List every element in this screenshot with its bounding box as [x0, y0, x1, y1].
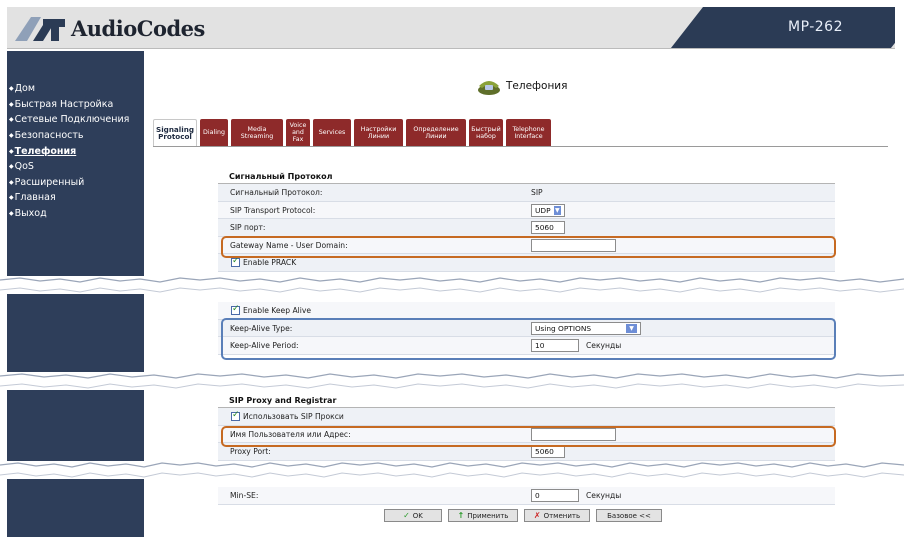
bullet-icon: ◆	[9, 85, 14, 93]
sip-port-label: SIP порт:	[230, 223, 266, 232]
form-row-use-proxy: Использовать SIP Прокси	[218, 408, 835, 426]
highlight-keepalive	[221, 318, 836, 360]
bullet-icon: ◆	[9, 116, 14, 124]
chevron-down-icon: ▼	[553, 205, 561, 215]
tab-speed-dial[interactable]: Быстрый набор	[469, 119, 503, 146]
tab-divider	[153, 146, 888, 147]
tab-line-detection[interactable]: Определение Линии	[406, 119, 466, 146]
bullet-icon: ◆	[9, 163, 14, 171]
checkbox-checked-icon	[231, 304, 240, 315]
section-title-signaling: Сигнальный Протокол	[218, 170, 835, 184]
form-row-transport: SIP Transport Protocol: UDP ▼	[218, 201, 835, 219]
form-row-protocol: Сигнальный Протокол: SIP	[218, 184, 835, 202]
sidebar-item-label: Выход	[14, 208, 47, 220]
protocol-label: Сигнальный Протокол:	[230, 188, 323, 197]
bullet-icon: ◆	[9, 100, 14, 108]
bullet-icon: ◆	[9, 210, 14, 218]
sidebar-item-telephony[interactable]: ◆ Телефония	[7, 143, 144, 159]
transport-select[interactable]: UDP ▼	[531, 203, 565, 217]
use-proxy-checkbox[interactable]: Использовать SIP Прокси	[231, 410, 344, 421]
tab-bar: Signaling Protocol Dialing Media Streami…	[153, 119, 551, 146]
action-buttons: ✓ OK ↑ Применить ✗ Отменить Базовое <<	[384, 509, 662, 522]
checkbox-checked-icon	[231, 256, 240, 267]
device-model: MP-262	[788, 19, 843, 35]
sidebar-item-network[interactable]: ◆ Сетевые Подключения	[7, 112, 144, 128]
prack-label: Enable PRACK	[243, 258, 297, 267]
arrow-up-icon: ↑	[457, 511, 465, 520]
form-row-enable-keepalive: Enable Keep Alive	[218, 302, 835, 320]
use-proxy-label: Использовать SIP Прокси	[243, 412, 344, 421]
sidebar-item-advanced[interactable]: ◆ Расширенный	[7, 175, 144, 191]
minse-form: Min-SE: 0 Секунды	[218, 487, 835, 505]
sidebar-item-label: Расширенный	[14, 176, 85, 188]
min-se-label: Min-SE:	[230, 491, 259, 500]
basic-button[interactable]: Базовое <<	[596, 509, 662, 522]
highlight-gateway-name	[221, 236, 836, 258]
transport-label: SIP Transport Protocol:	[230, 205, 316, 215]
sidebar-item-label: Сетевые Подключения	[14, 114, 130, 126]
bullet-icon: ◆	[9, 178, 14, 186]
sidebar-item-label: Быстрая Настройка	[14, 98, 114, 110]
bullet-icon: ◆	[9, 194, 14, 202]
torn-edge-divider	[0, 276, 904, 294]
enable-keepalive-label: Enable Keep Alive	[243, 306, 312, 315]
sidebar-item-label: Телефония	[14, 145, 77, 157]
sidebar-item-label: Главная	[14, 192, 56, 204]
sidebar-item-qos[interactable]: ◆ QoS	[7, 159, 144, 175]
prack-checkbox[interactable]: Enable PRACK	[231, 256, 297, 267]
form-row-sip-port: SIP порт: 5060	[218, 219, 835, 237]
tab-media-streaming[interactable]: Media Streaming	[231, 119, 283, 146]
brand-name: AudioCodes	[71, 15, 205, 41]
form-row-min-se: Min-SE: 0 Секунды	[218, 487, 835, 505]
cancel-button[interactable]: ✗ Отменить	[524, 509, 590, 522]
sidebar-item-label: Безопасность	[14, 130, 84, 142]
min-se-unit: Секунды	[586, 491, 622, 500]
ok-button[interactable]: ✓ OK	[384, 509, 442, 522]
proxy-port-label: Proxy Port:	[230, 447, 271, 456]
page-title: Телефония	[476, 76, 567, 96]
sidebar-item-home[interactable]: ◆ Дом	[7, 81, 144, 97]
sidebar-item-logout[interactable]: ◆ Выход	[7, 206, 144, 222]
telephone-icon	[476, 76, 502, 96]
app-header: AudioCodes MP-262	[7, 7, 895, 49]
sip-port-input[interactable]: 5060	[531, 221, 565, 234]
transport-select-value: UDP	[535, 205, 551, 215]
sidebar-item-label: QoS	[14, 161, 34, 173]
sidebar-item-quick-setup[interactable]: ◆ Быстрая Настройка	[7, 97, 144, 113]
section-title-proxy: SIP Proxy and Registrar	[218, 394, 835, 408]
apply-button[interactable]: ↑ Применить	[448, 509, 518, 522]
checkbox-checked-icon	[231, 410, 240, 421]
sidebar-item-label: Дом	[14, 83, 36, 95]
tab-line-settings[interactable]: Настройки Линии	[354, 119, 403, 146]
torn-edge-divider	[0, 372, 904, 390]
tab-voice-and-fax[interactable]: Voice and Fax	[286, 119, 310, 146]
min-se-input[interactable]: 0	[531, 489, 579, 502]
apply-button-label: Применить	[467, 511, 509, 520]
highlight-proxy-user	[221, 426, 836, 447]
torn-edge-divider	[0, 461, 904, 479]
tab-services[interactable]: Services	[313, 119, 351, 146]
enable-keepalive-checkbox[interactable]: Enable Keep Alive	[231, 304, 312, 315]
tab-signaling-protocol[interactable]: Signaling Protocol	[153, 119, 197, 146]
bullet-icon: ◆	[9, 132, 14, 140]
header-accent	[670, 7, 895, 48]
bullet-icon: ◆	[9, 147, 14, 155]
protocol-value: SIP	[531, 188, 543, 197]
close-icon: ✗	[533, 511, 541, 520]
tab-telephone-interface[interactable]: Telephone Interface	[506, 119, 551, 146]
tab-dialing[interactable]: Dialing	[200, 119, 228, 146]
ok-button-label: OK	[412, 511, 423, 520]
audiocodes-logo: AudioCodes	[13, 11, 205, 45]
sidebar-item-security[interactable]: ◆ Безопасность	[7, 128, 144, 144]
basic-button-label: Базовое <<	[607, 511, 651, 520]
checkmark-icon: ✓	[403, 511, 410, 520]
page-title-text: Телефония	[506, 80, 568, 92]
sidebar-item-main[interactable]: ◆ Главная	[7, 190, 144, 206]
logo-mark-icon	[13, 13, 67, 43]
cancel-button-label: Отменить	[543, 511, 581, 520]
